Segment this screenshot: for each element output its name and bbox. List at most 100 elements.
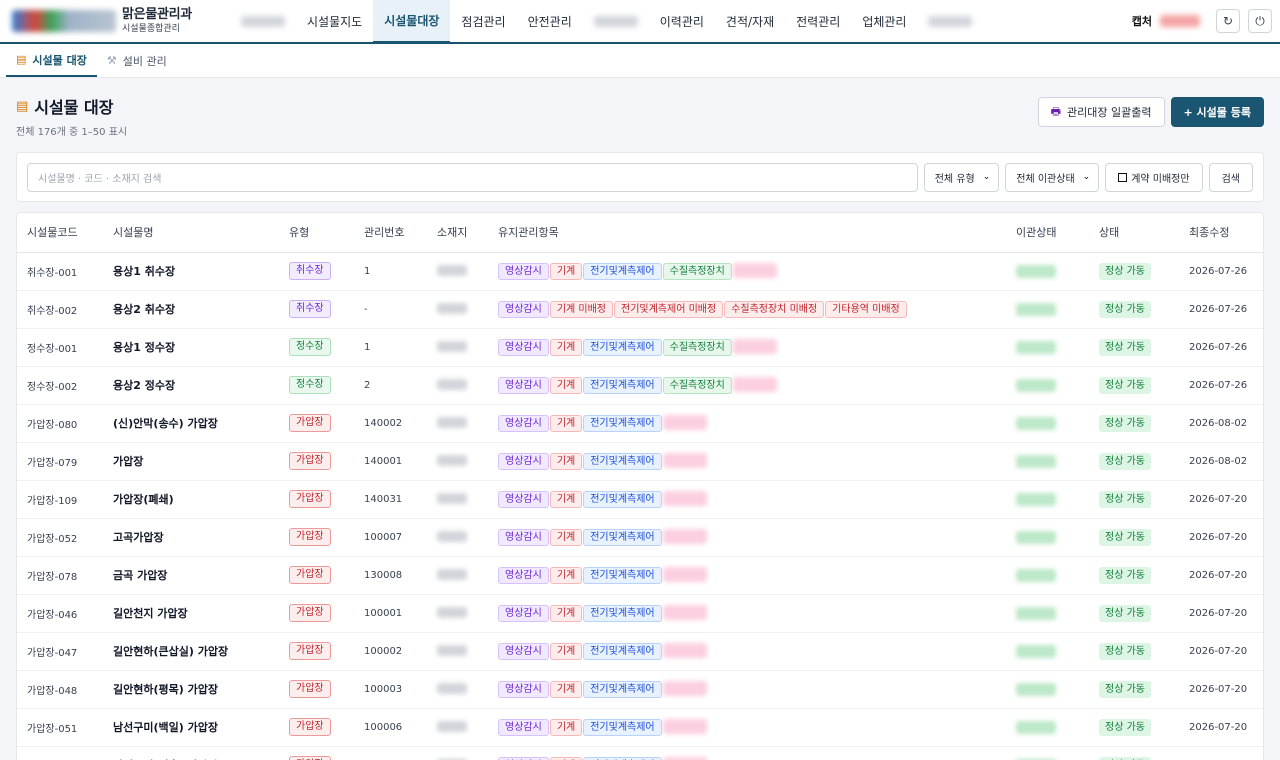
- table-row[interactable]: 가압장-049남선구미(신흥) 가압장가압장 100004 영상감시기계전기및계측제…: [17, 746, 1263, 760]
- facility-name[interactable]: 길안천지 가압장: [103, 594, 279, 633]
- table-row[interactable]: 가압장-080 (신)안막(송수) 가압장 가압장 140002 영상감시 기계 전기및계측…: [17, 404, 1263, 443]
- table-row[interactable]: 가압장-046 길안천지 가압장 가압장 100001 영상감시 기계 전기및계측제어 정상 …: [17, 594, 1263, 633]
- capture-button[interactable]: 캡처: [1132, 13, 1152, 29]
- table-row[interactable]: 취수장-002 용상2 취수장 취수장 - 영상감시 기계 미배정 전기및계측제어 미배정 수…: [17, 290, 1263, 329]
- location-cell: [427, 746, 488, 760]
- facility-name[interactable]: 용상1 정수장: [103, 328, 279, 367]
- nav-item-hidden[interactable]: [230, 0, 296, 42]
- facility-table: 시설물코드 시설물명 유형 관리번호 소재지 유지관리항목 이관상태 상태 최종수정 취수장-0…: [16, 212, 1264, 760]
- facility-name[interactable]: 용상2 정수장: [103, 366, 279, 405]
- maintenance-tag: 기계: [549, 756, 583, 760]
- transfer-status-redacted: [1016, 416, 1056, 430]
- table-row[interactable]: 가압장-079 가압장 가압장 140001 영상감시 기계 전기및계측제어 정상 가동 202…: [17, 442, 1263, 481]
- refresh-button[interactable]: ↻: [1216, 9, 1240, 33]
- facility-type-cell: 가압장: [279, 708, 354, 747]
- facility-name[interactable]: 금곡 가압장: [103, 556, 279, 595]
- facility-type-cell: 가압장: [279, 442, 354, 481]
- nav-item-hidden[interactable]: [583, 0, 649, 42]
- app-title: 맑은물관리과: [122, 7, 192, 23]
- table-row[interactable]: 가압장-078 금곡 가압장 가압장 130008 영상감시 기계 전기및계측제어 정상 가동…: [17, 556, 1263, 595]
- nav-item[interactable]: 업체관리: [851, 0, 917, 42]
- last-updated: 2026-07-26: [1179, 290, 1263, 329]
- tab-equipment[interactable]: ⚒ 설비 관리: [97, 44, 177, 77]
- column-header[interactable]: 시설물코드: [17, 213, 103, 253]
- table-row[interactable]: 가압장-051 남선구미(백일) 가압장 가압장 100006 영상감시 기계 전기및계측제…: [17, 708, 1263, 747]
- transfer-status-cell: [1006, 480, 1089, 519]
- column-header[interactable]: 이관상태: [1006, 213, 1089, 253]
- status-badge: 정상 가동: [1099, 604, 1151, 622]
- facility-name[interactable]: 고곡가압장: [103, 518, 279, 557]
- table-row[interactable]: 가압장-109 가압장(폐쇄) 가압장 140031 영상감시 기계 전기및계측제어 정상 가…: [17, 480, 1263, 519]
- maintenance-tag: 영상감시: [498, 642, 549, 660]
- table-row[interactable]: 가압장-052 고곡가압장 가압장 100007 영상감시 기계 전기및계측제어 정상 가동 2…: [17, 518, 1263, 557]
- logout-button[interactable]: ⏻: [1248, 9, 1272, 33]
- facility-type-cell: 가압장: [279, 670, 354, 709]
- column-header[interactable]: 최종수정: [1179, 213, 1263, 253]
- table-row[interactable]: 정수장-001 용상1 정수장 정수장 1 영상감시 기계 전기및계측제어 수질측정장치 정상 …: [17, 328, 1263, 367]
- table-row[interactable]: 가압장-048 길안현하(평목) 가압장 가압장 100003 영상감시 기계 전기및계측제…: [17, 670, 1263, 709]
- table-row[interactable]: 취수장-001 용상1 취수장 취수장 1 영상감시 기계 전기및계측제어 수질측정장치 정상 …: [17, 252, 1263, 291]
- management-number: 1: [354, 252, 427, 291]
- column-header[interactable]: 상태: [1089, 213, 1179, 253]
- state-cell: 정상 가동: [1089, 518, 1179, 557]
- facility-type-cell: 가압장: [279, 556, 354, 595]
- nav-item[interactable]: 전력관리: [785, 0, 851, 42]
- state-cell: 정상 가동: [1089, 594, 1179, 633]
- maintenance-tag: 전기및계측제어: [583, 604, 662, 622]
- management-number: 100007: [354, 518, 427, 557]
- bulk-print-button[interactable]: 🖶 관리대장 일괄출력: [1037, 97, 1165, 127]
- tab-facility-ledger[interactable]: ▤ 시설물 대장: [6, 44, 97, 77]
- location-cell: [427, 556, 488, 595]
- transfer-status-select[interactable]: 전체 이관상태 ⌄: [1005, 162, 1100, 192]
- facility-name[interactable]: 길안현하(평목) 가압장: [103, 670, 279, 709]
- facility-code: 가압장-049: [17, 746, 103, 760]
- management-number: 140001: [354, 442, 427, 481]
- unassigned-only-toggle[interactable]: 계약 미배정만: [1105, 162, 1203, 192]
- column-header[interactable]: 유형: [279, 213, 354, 253]
- maintenance-tag: 전기및계측제어: [583, 756, 662, 760]
- tab-label: 시설물 대장: [32, 53, 87, 67]
- nav-item-hidden[interactable]: [917, 0, 983, 42]
- nav-item[interactable]: 시설물대장: [373, 0, 451, 44]
- nav-item[interactable]: 점검관리: [450, 0, 516, 42]
- facility-name[interactable]: 가압장: [103, 442, 279, 481]
- state-cell: 정상 가동: [1089, 366, 1179, 405]
- column-header[interactable]: 시설물명: [103, 213, 279, 253]
- facility-name[interactable]: 용상2 취수장: [103, 290, 279, 329]
- location-cell: [427, 594, 488, 633]
- maintenance-tag: 기계: [549, 262, 583, 280]
- type-select[interactable]: 전체 유형 ⌄: [923, 162, 1000, 192]
- facility-name[interactable]: 남선구미(백일) 가압장: [103, 708, 279, 747]
- add-facility-button[interactable]: + 시설물 등록: [1170, 97, 1264, 127]
- table-row[interactable]: 정수장-002 용상2 정수장 정수장 2 영상감시 기계 전기및계측제어 수질측정장치 정상 …: [17, 366, 1263, 405]
- brand[interactable]: 맑은물관리과 시설물종합관리: [0, 0, 224, 42]
- maintenance-tag: 수질측정장치: [662, 338, 732, 356]
- nav-item[interactable]: 안전관리: [517, 0, 583, 42]
- maintenance-items: 영상감시 기계 전기및계측제어 수질측정장치: [488, 366, 1006, 405]
- facility-name[interactable]: (신)안막(송수) 가압장: [103, 404, 279, 443]
- nav-item[interactable]: 시설물지도: [296, 0, 373, 42]
- facility-type-cell: 가압장: [279, 480, 354, 519]
- column-header[interactable]: 소재지: [427, 213, 488, 253]
- facility-name[interactable]: 용상1 취수장: [103, 252, 279, 291]
- transfer-status-cell: [1006, 556, 1089, 595]
- facility-name[interactable]: 남선구미(신흥) 가압장: [103, 746, 279, 760]
- last-updated: 2026-08-02: [1179, 442, 1263, 481]
- nav-item[interactable]: 견적/자재: [715, 0, 785, 42]
- nav-item[interactable]: 이력관리: [649, 0, 715, 42]
- transfer-select-value: 전체 이관상태: [1016, 173, 1075, 185]
- column-header[interactable]: 관리번호: [354, 213, 427, 253]
- maintenance-tag: 기계: [549, 452, 583, 470]
- search-input[interactable]: 시설물명 · 코드 · 소재지 검색: [27, 162, 918, 192]
- column-header[interactable]: 유지관리항목: [488, 213, 1006, 253]
- facility-name[interactable]: 가압장(폐쇄): [103, 480, 279, 519]
- maintenance-tag: 영상감시: [498, 756, 549, 760]
- state-cell: 정상 가동: [1089, 670, 1179, 709]
- table-row[interactable]: 가압장-047 길안현하(큰삽실) 가압장 가압장 100002 영상감시 기계 전기및계측…: [17, 632, 1263, 671]
- location-redacted: [437, 417, 467, 429]
- facility-name[interactable]: 길안현하(큰삽실) 가압장: [103, 632, 279, 671]
- state-cell: 정상 가동: [1089, 480, 1179, 519]
- search-button[interactable]: 검색: [1208, 162, 1253, 192]
- transfer-status-redacted: [1016, 454, 1056, 468]
- management-number: 100006: [354, 708, 427, 747]
